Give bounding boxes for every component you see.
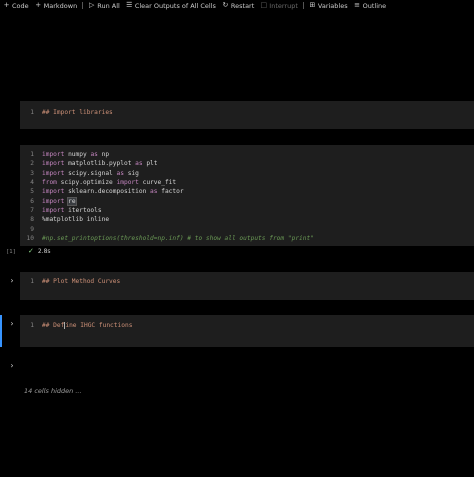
chevron-right-icon[interactable]: › — [8, 361, 16, 370]
line-number: 4 — [30, 179, 34, 187]
line-number: 9 — [30, 225, 34, 233]
code-text: matplotlib.pyplot — [64, 160, 136, 168]
clear-outputs-button[interactable]: ☰ Clear Outputs of All Cells — [123, 0, 219, 11]
line-number: 5 — [30, 188, 34, 196]
code-line: 10 #np.set_printoptions(threshold=np.inf)… — [20, 234, 314, 243]
stop-icon: □ — [260, 1, 268, 9]
variables-label: Variables — [317, 1, 348, 10]
plus-icon: + — [35, 1, 42, 9]
code-line: 1 ## Import libraries — [20, 108, 113, 117]
interrupt-label: Interrupt — [269, 1, 298, 10]
interrupt-button[interactable]: □ Interrupt — [257, 0, 301, 11]
magic-command: %matplotlib inline — [42, 216, 110, 224]
run-all-button[interactable]: ▷ Run All — [85, 0, 123, 11]
line-number: 2 — [30, 160, 34, 168]
keyword: as — [90, 151, 98, 159]
markdown-source: ine IHGC functions — [65, 322, 133, 330]
keyword: as — [135, 160, 143, 168]
add-markdown-button[interactable]: + Markdown — [32, 0, 81, 11]
chevron-right-icon[interactable]: › — [8, 319, 16, 328]
line-number: 6 — [30, 197, 34, 205]
cell-status: ✓ 2.8s — [28, 247, 51, 255]
active-cell-indicator — [0, 315, 2, 347]
keyword: import — [42, 206, 65, 214]
line-number: 7 — [30, 206, 34, 214]
add-code-label: Code — [12, 1, 29, 10]
line-number: 10 — [26, 234, 34, 242]
line-number: 8 — [30, 216, 34, 224]
outline-icon: ≡ — [354, 1, 361, 9]
keyword: import — [116, 179, 139, 187]
add-code-button[interactable]: + Code — [0, 0, 32, 11]
clear-outputs-label: Clear Outputs of All Cells — [134, 1, 216, 10]
restart-icon: ↻ — [222, 1, 229, 9]
code-text: factor — [157, 188, 184, 196]
code-text: itertools — [64, 206, 102, 214]
code-line: 2 import matplotlib.pyplot as plt — [20, 159, 158, 168]
code-line: 1 ## Plot Method Curves — [20, 277, 120, 286]
restart-button[interactable]: ↻ Restart — [219, 0, 257, 11]
keyword: import — [42, 197, 65, 205]
toolbar-divider — [82, 2, 84, 9]
code-cell-imports[interactable]: 1 import numpy as np 2 import matplotlib.p… — [20, 145, 474, 246]
code-line: 4 from scipy.optimize import curve_fit — [20, 178, 176, 187]
highlighted-word: re — [67, 196, 77, 206]
hidden-cells-label[interactable]: 14 cells hidden ... — [24, 387, 82, 395]
code-text: curve_fit — [138, 179, 177, 187]
markdown-source: ## Import libraries — [42, 109, 113, 117]
line-number: 1 — [30, 109, 34, 117]
line-number: 1 — [30, 322, 34, 330]
outline-button[interactable]: ≡ Outline — [351, 0, 390, 11]
code-line: 8 %matplotlib inline — [20, 215, 109, 224]
line-number: 1 — [30, 151, 34, 159]
code-line: 7 import itertools — [20, 206, 102, 215]
code-line: 1 ## Def ine IHGC functions — [20, 321, 132, 330]
keyword: import — [42, 151, 65, 159]
code-text: sklearn.decomposition — [64, 188, 151, 196]
code-line: 5 import sklearn.decomposition as factor — [20, 187, 184, 196]
keyword: as — [116, 169, 124, 177]
markdown-cell-plot[interactable]: 1 ## Plot Method Curves — [20, 272, 474, 300]
variables-button[interactable]: ⊞ Variables — [306, 0, 351, 11]
markdown-source: ## Plot Method Curves — [42, 278, 121, 286]
line-number: 3 — [30, 169, 34, 177]
outline-label: Outline — [362, 1, 387, 10]
keyword: import — [42, 169, 65, 177]
keyword: import — [42, 160, 65, 168]
markdown-cell-import[interactable]: 1 ## Import libraries — [20, 101, 474, 129]
line-number: 1 — [30, 278, 34, 286]
add-markdown-label: Markdown — [43, 1, 78, 10]
run-all-label: Run All — [97, 1, 120, 10]
code-text: plt — [142, 160, 158, 168]
code-line: 6 import re — [20, 196, 77, 206]
code-text: sig — [123, 169, 139, 177]
code-comment: #np.set_printoptions(threshold=np.inf) #… — [42, 234, 314, 242]
run-all-icon: ▷ — [89, 1, 95, 9]
execution-count: [1] — [6, 249, 16, 255]
keyword: from — [42, 179, 57, 187]
code-line: 1 import numpy as np — [20, 150, 109, 159]
chevron-right-icon[interactable]: › — [8, 276, 16, 285]
notebook-toolbar: + Code + Markdown ▷ Run All ☰ Clear Outp… — [0, 0, 474, 11]
code-text: np — [97, 151, 110, 159]
markdown-cell-ihgc[interactable]: 1 ## Def ine IHGC functions — [20, 315, 474, 347]
keyword: as — [150, 188, 158, 196]
variables-icon: ⊞ — [309, 1, 316, 9]
code-text: numpy — [64, 151, 91, 159]
code-line: 9 — [20, 224, 42, 233]
execution-time: 2.8s — [37, 247, 51, 255]
plus-icon: + — [3, 1, 10, 9]
keyword: import — [42, 188, 65, 196]
restart-label: Restart — [230, 1, 255, 10]
code-text: scipy.signal — [64, 169, 117, 177]
code-text: scipy.optimize — [56, 179, 117, 187]
toolbar-divider — [302, 2, 304, 9]
check-icon: ✓ — [28, 247, 34, 255]
code-line: 3 import scipy.signal as sig — [20, 169, 139, 178]
clear-all-icon: ☰ — [126, 1, 133, 9]
markdown-source: ## Def — [42, 322, 65, 330]
